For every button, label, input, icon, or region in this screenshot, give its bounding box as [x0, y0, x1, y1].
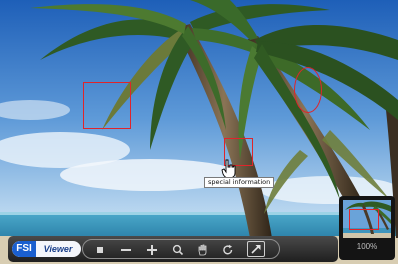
overview-navigator[interactable]: 100% [339, 196, 395, 260]
hotspot-rectangle-1[interactable] [83, 82, 131, 129]
toolbar-button-group [82, 239, 280, 259]
rotate-icon [223, 244, 233, 255]
hotspot-tooltip: special information [204, 177, 275, 188]
viewer-toolbar: FSI Viewer [8, 236, 338, 262]
hand-pointer-icon [221, 159, 236, 179]
expand-arrow-icon [251, 244, 261, 254]
zoom-in-button[interactable] [143, 243, 161, 257]
zoom-level-readout: 100% [356, 242, 378, 251]
hotspot-ellipse[interactable] [294, 67, 322, 113]
magnifier-icon [172, 244, 184, 256]
fsi-viewer-logo: FSI Viewer [12, 241, 81, 257]
rotate-button[interactable] [219, 243, 237, 257]
reset-button[interactable] [91, 243, 109, 257]
magnify-button[interactable] [169, 243, 187, 257]
pan-button[interactable] [194, 243, 212, 257]
image-viewer[interactable]: special information 100% FSI Viewer [0, 0, 398, 264]
fullscreen-button[interactable] [247, 241, 265, 257]
square-icon [97, 247, 103, 253]
plus-icon [147, 245, 157, 255]
logo-product: Viewer [43, 244, 73, 254]
logo-brand: FSI [12, 241, 36, 257]
zoom-out-button[interactable] [117, 243, 135, 257]
minus-icon [121, 249, 131, 251]
overview-viewport-frame[interactable] [349, 209, 379, 230]
hand-icon [198, 244, 207, 256]
